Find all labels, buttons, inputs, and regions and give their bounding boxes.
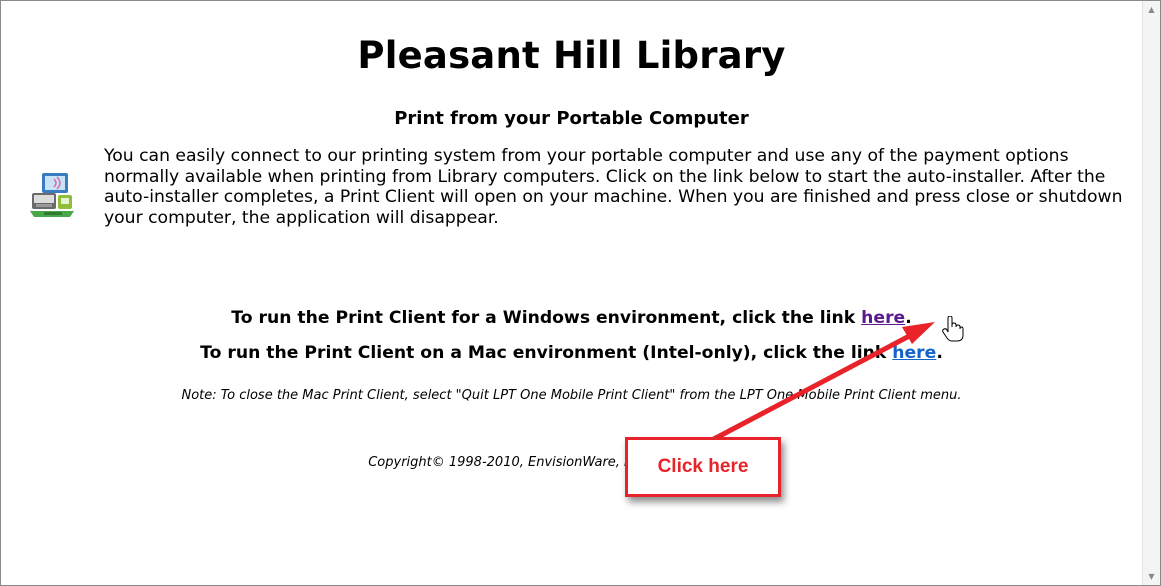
- laptop-printer-icon: [30, 173, 74, 217]
- hand-pointer-icon: [942, 316, 964, 342]
- copyright-text: Copyright© 1998-2010, EnvisionWare, Inc.…: [368, 455, 775, 470]
- mac-instruction-period: .: [936, 343, 943, 363]
- intro-paragraph: You can easily connect to our printing s…: [104, 146, 1123, 228]
- mac-instruction-text: To run the Print Client on a Mac environ…: [200, 343, 893, 363]
- page-subtitle: Print from your Portable Computer: [394, 108, 749, 129]
- page-title: Pleasant Hill Library: [357, 34, 786, 77]
- mac-close-note: Note: To close the Mac Print Client, sel…: [181, 388, 962, 403]
- click-here-callout: Click here: [625, 437, 781, 497]
- windows-instruction: To run the Print Client for a Windows en…: [0, 308, 1143, 328]
- browser-content-frame: [0, 0, 1161, 586]
- windows-instruction-text: To run the Print Client for a Windows en…: [231, 308, 862, 328]
- mac-download-link[interactable]: here: [892, 343, 936, 363]
- windows-instruction-period: .: [905, 308, 912, 328]
- scroll-up-arrow-icon[interactable]: ▲: [1143, 1, 1160, 18]
- windows-download-link[interactable]: here: [861, 308, 905, 328]
- scroll-down-arrow-icon[interactable]: ▼: [1143, 568, 1160, 585]
- mac-instruction: To run the Print Client on a Mac environ…: [0, 343, 1143, 363]
- vertical-scrollbar[interactable]: ▲ ▼: [1142, 1, 1160, 585]
